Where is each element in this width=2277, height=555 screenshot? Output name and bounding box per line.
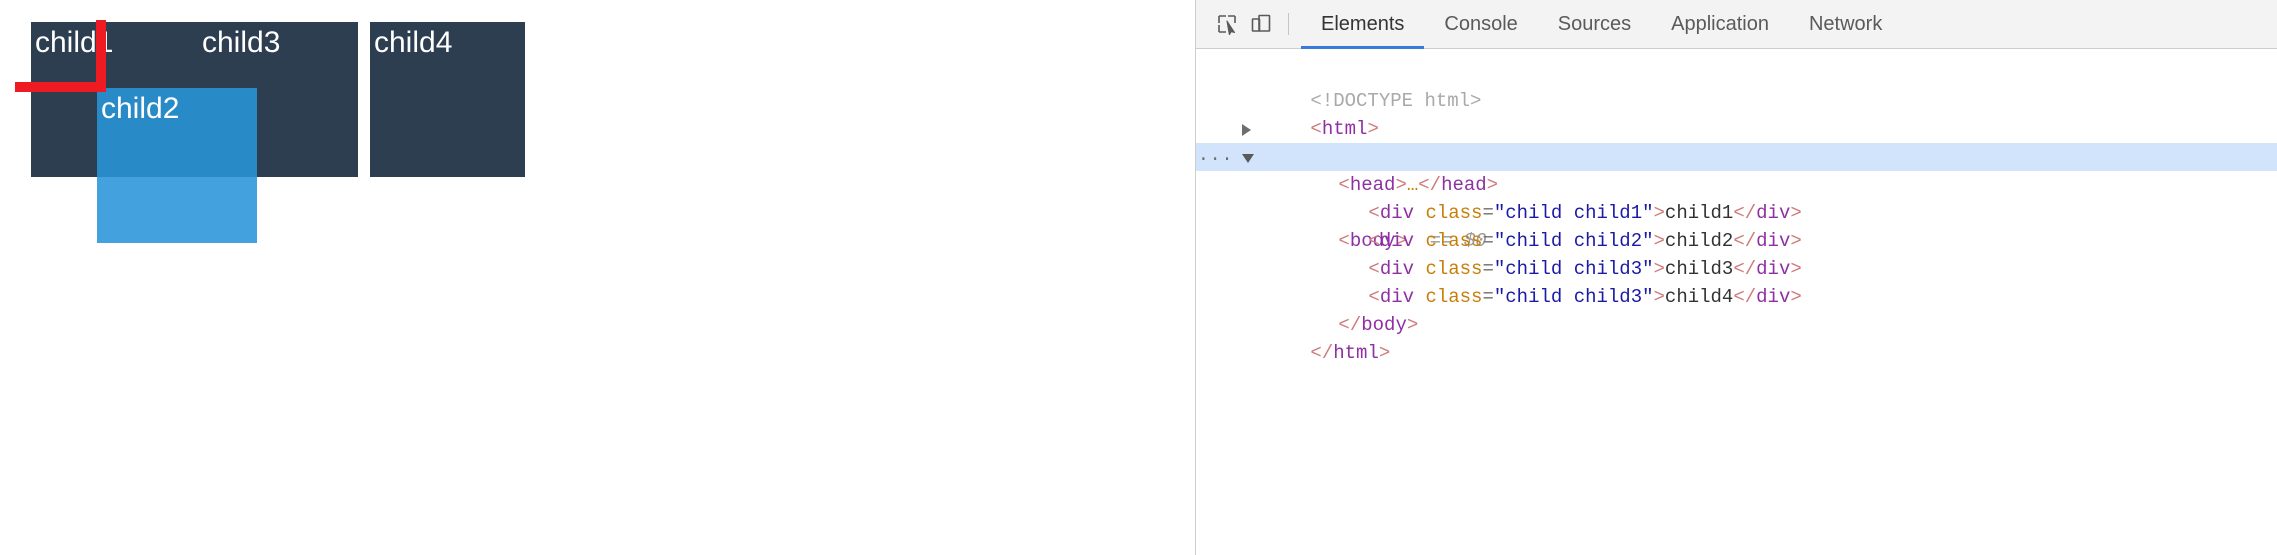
dom-row-div-child1[interactable]: <div class="child child1">child1</div>: [1196, 171, 2277, 224]
inspect-element-icon[interactable]: [1210, 7, 1244, 41]
tag-name: html: [1333, 342, 1379, 364]
dom-row-body-close[interactable]: </body>: [1196, 283, 2277, 336]
dom-row-head[interactable]: <head>…</head>: [1196, 115, 2277, 196]
chevron-down-icon[interactable]: [1242, 154, 1254, 163]
device-toolbar-icon[interactable]: [1244, 7, 1278, 41]
child-box-child4: child4: [370, 22, 525, 177]
chevron-right-icon[interactable]: [1242, 124, 1251, 136]
tab-label: Elements: [1321, 12, 1405, 35]
angle-bracket: >: [1378, 342, 1391, 364]
dom-row-html-open[interactable]: <html>: [1196, 87, 2277, 140]
dom-row-body-open[interactable]: ... <body> == $0: [1196, 143, 2277, 252]
tab-sources[interactable]: Sources: [1538, 0, 1651, 48]
more-options-icon[interactable]: ...: [1198, 143, 1233, 171]
tab-label: Application: [1671, 12, 1769, 35]
tab-label: Sources: [1557, 12, 1632, 35]
devtools-tab-bar: Elements Console Sources Application Net…: [1301, 0, 1902, 49]
tab-elements[interactable]: Elements: [1301, 0, 1425, 49]
dom-row-div-child2[interactable]: <div class="child child2">child2</div>: [1196, 199, 2277, 252]
child-box-label: child4: [374, 26, 453, 59]
dom-tree[interactable]: <!DOCTYPE html> <html> <head>…</head> ..…: [1196, 49, 2277, 555]
dom-row-doctype[interactable]: <!DOCTYPE html>: [1196, 59, 2277, 112]
devtools-toolbar: Elements Console Sources Application Net…: [1196, 0, 2277, 49]
dom-row-div-child3[interactable]: <div class="child child3">child3</div>: [1196, 227, 2277, 280]
tab-label: Console: [1444, 12, 1518, 35]
dom-row-html-close[interactable]: </html>: [1196, 311, 2277, 364]
red-corner-marker-horizontal: [15, 82, 106, 92]
child-box-label: child2: [101, 92, 180, 125]
devtools-panel: Elements Console Sources Application Net…: [1195, 0, 2277, 555]
tab-label: Network: [1808, 12, 1883, 35]
angle-bracket: </: [1310, 342, 1334, 364]
child-box-child2: child2: [97, 88, 257, 243]
page-viewport: child1 child3 child4 child2: [0, 0, 1195, 555]
tab-console[interactable]: Console: [1424, 0, 1537, 48]
dom-row-div-child4[interactable]: <div class="child child3">child4</div>: [1196, 255, 2277, 308]
toolbar-divider: [1288, 13, 1289, 35]
tab-application[interactable]: Application: [1651, 0, 1789, 48]
child-box-label: child3: [202, 26, 281, 59]
tab-network[interactable]: Network: [1789, 0, 1902, 48]
